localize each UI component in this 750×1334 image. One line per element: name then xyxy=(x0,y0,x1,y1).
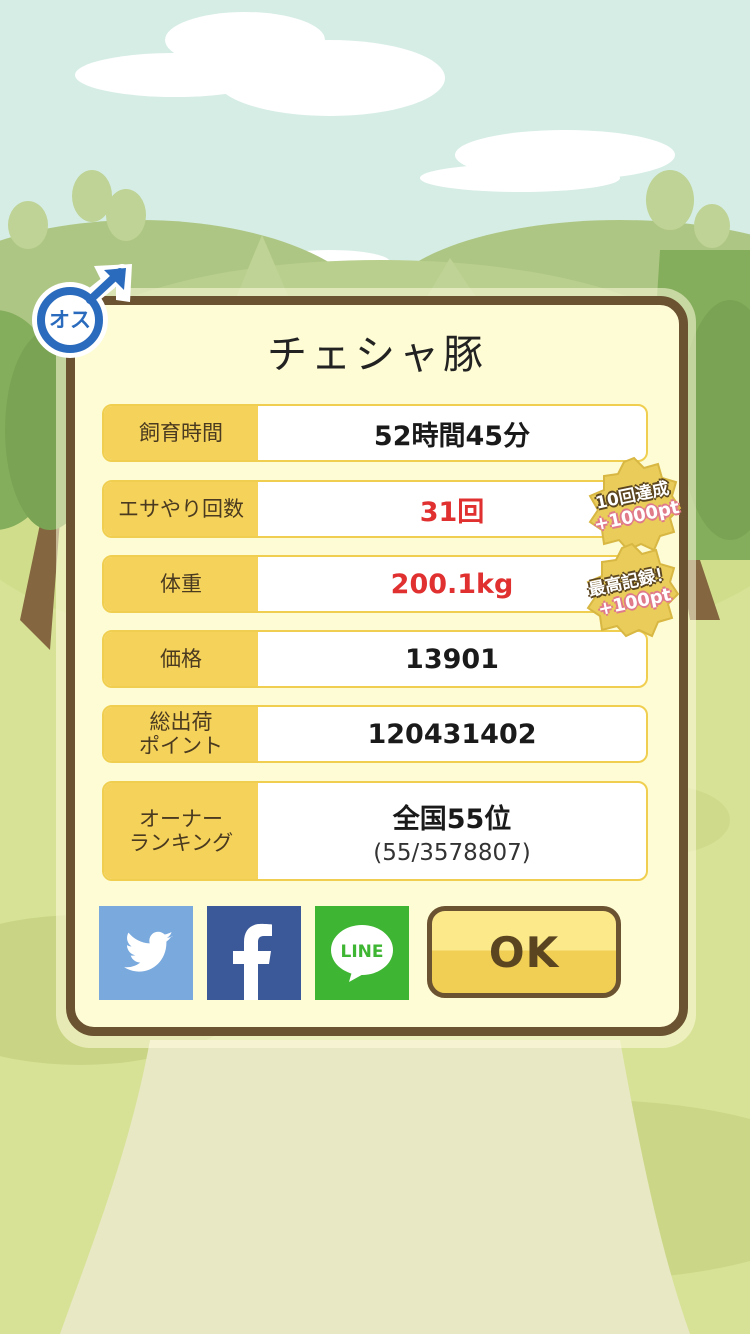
stat-value: 全国55位 (55/3578807) xyxy=(258,783,646,879)
stat-row-weight: 体重 200.1kg xyxy=(102,555,648,613)
achievement-badge-weight: 最高記録！ +100pt xyxy=(584,542,680,638)
line-chat-icon: LINE xyxy=(315,906,409,1000)
stat-label: エサやり回数 xyxy=(104,482,258,536)
stat-row-total-points: 総出荷 ポイント 120431402 xyxy=(102,705,648,763)
stat-row-feeding-time: 飼育時間 52時間45分 xyxy=(102,404,648,462)
ok-button[interactable]: OK xyxy=(427,906,621,998)
twitter-share-button[interactable] xyxy=(99,906,193,1000)
gender-label: オス xyxy=(49,308,91,332)
ranking-detail: (55/3578807) xyxy=(373,839,531,866)
twitter-bird-icon xyxy=(99,906,193,1000)
ranking-value: 全国55位 xyxy=(392,803,512,835)
stat-label: オーナー ランキング xyxy=(104,783,258,879)
line-share-button[interactable]: LINE xyxy=(315,906,409,1000)
stat-row-price: 価格 13901 xyxy=(102,630,648,688)
stat-label: 価格 xyxy=(104,632,258,686)
facebook-f-icon xyxy=(207,906,301,1000)
pig-name-title: チェシャ豚 xyxy=(267,332,487,378)
stat-label: 総出荷 ポイント xyxy=(104,707,258,761)
stat-label: 飼育時間 xyxy=(104,406,258,460)
stat-value: 52時間45分 xyxy=(373,420,531,452)
facebook-share-button[interactable] xyxy=(207,906,301,1000)
line-label: LINE xyxy=(341,942,384,962)
stat-row-owner-ranking: オーナー ランキング 全国55位 (55/3578807) xyxy=(102,781,648,881)
male-gender-icon: オス xyxy=(24,260,136,364)
stat-row-feed-count: エサやり回数 31回 xyxy=(102,480,648,538)
stat-value: 120431402 xyxy=(367,718,537,750)
stat-label: 体重 xyxy=(104,557,258,611)
stat-value: 13901 xyxy=(405,643,499,675)
ok-button-label: OK xyxy=(488,927,560,977)
